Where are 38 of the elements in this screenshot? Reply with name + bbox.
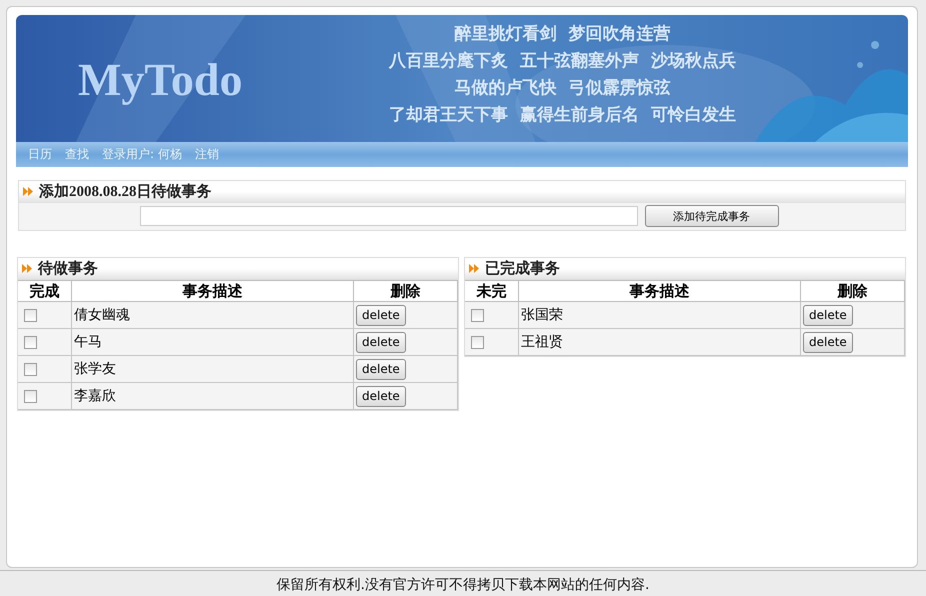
add-button[interactable]: 添加待完成事务 xyxy=(644,205,778,227)
table-cell: 午马 xyxy=(74,334,102,350)
table-cell: 张国荣 xyxy=(521,307,563,323)
table-cell: 王祖贤 xyxy=(521,334,563,350)
checkbox[interactable] xyxy=(471,336,484,348)
panel-title: 添加2008.08.28日待做事务 xyxy=(39,182,212,201)
table-cell: 李嘉欣 xyxy=(74,388,116,404)
panel-title: 已完成事务 xyxy=(485,259,560,278)
panel-title: 待做事务 xyxy=(38,259,98,278)
table-cell: 张学友 xyxy=(74,361,116,377)
checkbox[interactable] xyxy=(24,308,37,322)
arrow-icon xyxy=(22,264,33,273)
column-header: 删除 xyxy=(354,280,458,302)
delete-button[interactable]: delete xyxy=(356,304,406,326)
checkbox[interactable] xyxy=(24,336,37,348)
checkbox[interactable] xyxy=(24,390,37,402)
poem-line: 醉里挑灯看剑 梦回吹角连营 xyxy=(454,23,670,46)
delete-button[interactable]: delete xyxy=(356,332,406,352)
poem-line: 马做的卢飞快 弓似霹雳惊弦 xyxy=(454,77,670,100)
delete-button[interactable]: delete xyxy=(803,332,853,352)
column-header: 完成 xyxy=(18,280,72,302)
arrow-icon xyxy=(23,187,34,196)
input-field[interactable] xyxy=(140,206,638,226)
delete-button[interactable]: delete xyxy=(356,386,406,406)
delete-button[interactable]: delete xyxy=(356,358,406,380)
delete-button[interactable]: delete xyxy=(803,304,853,326)
checkbox[interactable] xyxy=(471,308,484,322)
column-header: 未完 xyxy=(465,280,518,302)
copyright-text: 保留所有权利.没有官方许可不得拷贝下载本网站的任何内容. xyxy=(276,576,650,594)
logo: MyTodo xyxy=(78,53,242,107)
column-header: 删除 xyxy=(800,280,904,302)
arrow-icon xyxy=(469,264,480,273)
column-header: 事务描述 xyxy=(72,280,354,302)
column-header: 事务描述 xyxy=(518,280,800,302)
poem-line: 八百里分麾下炙 五十弦翻塞外声 沙场秋点兵 xyxy=(389,50,736,73)
checkbox[interactable] xyxy=(24,362,37,376)
table-cell: 倩女幽魂 xyxy=(74,307,130,323)
poem-line: 了却君王天下事 赢得生前身后名 可怜白发生 xyxy=(389,104,736,127)
